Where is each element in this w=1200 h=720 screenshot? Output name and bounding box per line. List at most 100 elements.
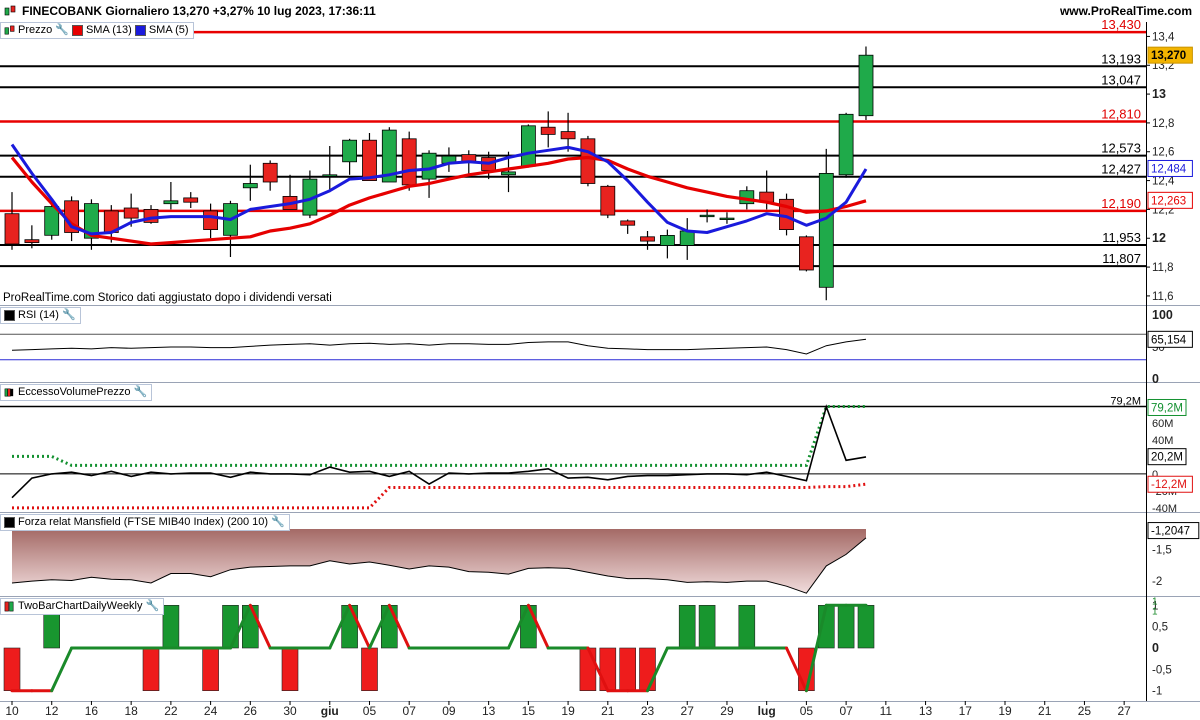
level-label: 13,193 [1101, 51, 1141, 66]
candle-down [560, 131, 576, 140]
mansfield-ytick-label: -1,5 [1152, 544, 1172, 556]
candle-up [818, 172, 834, 288]
x-axis-tick-label: 21 [601, 704, 615, 718]
candle-down [4, 213, 20, 245]
twobar-down-bar [142, 647, 160, 692]
price-ytick-label: 11,6 [1152, 291, 1174, 303]
volume-max-label: 79,2M [1110, 395, 1141, 407]
candle-down [401, 138, 417, 186]
candle-down [183, 197, 199, 203]
legend-price[interactable]: Prezzo 🔧 SMA (13) SMA (5) [0, 22, 194, 39]
candle-up [699, 214, 715, 218]
sma5-last-badge: 12,484 [1151, 163, 1187, 175]
level-label: 12,810 [1101, 107, 1141, 122]
x-axis-tick-label: 27 [1117, 704, 1131, 718]
twobar-down-bar [639, 647, 656, 692]
candle-down [600, 185, 616, 216]
mansfield-swatch [4, 517, 15, 528]
x-axis-tick-label: 07 [403, 704, 417, 718]
legend-volume[interactable]: EccessoVolumePrezzo 🔧 [0, 384, 153, 401]
x-axis-tick-label: giu [321, 704, 339, 718]
x-axis-tick-label: lug [758, 704, 776, 718]
chart-title: FINECOBANK Giornaliero 13,270 +3,27% 10 … [22, 4, 376, 18]
candle-up [322, 174, 338, 177]
candle-up [679, 230, 695, 246]
candle-down [262, 162, 278, 183]
sma13-swatch [71, 25, 83, 36]
twobar-down-bar [361, 647, 378, 692]
candle-down [799, 236, 814, 271]
legend-mansfield[interactable]: Forza relat Mansfield (FTSE MIB40 Index)… [0, 514, 290, 531]
x-axis-tick-label: 26 [244, 704, 258, 718]
sma13-last-badge: 12,263 [1151, 195, 1186, 207]
x-axis-tick-label: 27 [681, 704, 695, 718]
candle-up [242, 183, 258, 189]
twobar-up-bar [678, 604, 696, 649]
twobar-down-bar [619, 647, 637, 692]
level-label: 11,807 [1102, 251, 1141, 266]
title-bar: FINECOBANK Giornaliero 13,270 +3,27% 10 … [0, 0, 1200, 22]
wrench-icon[interactable]: 🔧 [271, 515, 285, 530]
x-axis-tick-label: 21 [1038, 704, 1052, 718]
legend-price-label: Prezzo [18, 24, 53, 36]
x-axis-tick-label: 09 [442, 704, 456, 718]
twobar-last-label: 1 [1152, 606, 1158, 617]
rsi-last-badge: 65,154 [1151, 334, 1187, 346]
candle-down [580, 138, 596, 184]
candlestick-icon [4, 5, 16, 16]
trading-chart-window: 13,430 12,810 12,190 13,193 13,047 12,573 12,4… [0, 0, 1200, 720]
wrench-icon[interactable]: 🔧 [55, 23, 69, 38]
wrench-icon[interactable]: 🔧 [134, 385, 148, 400]
wrench-icon[interactable]: 🔧 [62, 308, 76, 323]
candle-up [660, 234, 675, 246]
x-axis-tick-label: 16 [85, 704, 99, 718]
site-link[interactable]: www.ProRealTime.com [1060, 0, 1192, 22]
candle-up [858, 54, 874, 117]
chart-canvas[interactable]: 13,43012,81012,19013,19313,04712,57312,4… [0, 0, 1200, 720]
twobar-up-bar [242, 604, 259, 649]
twobar-down-bar [3, 647, 21, 692]
volume-lower-badge: -12,2M [1151, 479, 1187, 491]
x-axis-tick-label: 11 [880, 704, 893, 718]
price-ytick-label: 12,8 [1152, 118, 1174, 130]
twobar-up-bar [380, 604, 398, 649]
twobar-up-bar [857, 604, 875, 649]
candle-up [163, 200, 179, 205]
x-axis-tick-label: 24 [204, 704, 218, 718]
legend-twobar[interactable]: TwoBarChartDailyWeekly 🔧 [0, 598, 165, 615]
volume-ytick-label: 60M [1152, 418, 1173, 430]
x-axis-tick-label: 13 [919, 704, 933, 718]
x-axis-tick-label: 30 [283, 704, 297, 718]
candle-down [640, 236, 655, 242]
volume-ytick-label: -40M [1152, 503, 1177, 515]
legend-rsi[interactable]: RSI (14) 🔧 [0, 307, 81, 324]
twobar-down-bar [202, 647, 219, 692]
twobar-down-bar [281, 647, 299, 692]
level-label: 11,953 [1102, 230, 1141, 245]
x-axis-tick-label: 12 [45, 704, 59, 718]
x-axis-tick-label: 05 [800, 704, 814, 718]
volume-upper-badge: 79,2M [1151, 402, 1183, 414]
legend-sma5-label: SMA (5) [148, 24, 189, 36]
twobar-icon [4, 601, 14, 612]
x-axis-tick-label: 17 [959, 704, 973, 718]
candle-down [540, 126, 556, 135]
candlestick-icon [4, 25, 15, 35]
wrench-icon[interactable]: 🔧 [146, 599, 160, 614]
candle-up [838, 113, 854, 176]
rsi-ytick-label: 0 [1152, 372, 1159, 386]
price-ytick-label: 11,8 [1152, 262, 1174, 274]
x-axis-tick-label: 29 [720, 704, 734, 718]
candle-down [123, 207, 139, 219]
twobar-up-bar [162, 604, 180, 649]
twobar-up-bar [698, 604, 716, 649]
volume-ytick-label: 40M [1152, 435, 1173, 447]
legend-rsi-label: RSI (14) [18, 309, 59, 321]
x-axis-tick-label: 13 [482, 704, 496, 718]
x-axis-tick-label: 18 [124, 704, 138, 718]
x-axis-tick-label: 25 [1078, 704, 1092, 718]
rsi-ytick-label: 100 [1152, 308, 1173, 322]
volume-last-badge: 20,2M [1151, 452, 1183, 464]
legend-mansfield-label: Forza relat Mansfield (FTSE MIB40 Index)… [18, 516, 269, 528]
candle-down [620, 220, 636, 226]
